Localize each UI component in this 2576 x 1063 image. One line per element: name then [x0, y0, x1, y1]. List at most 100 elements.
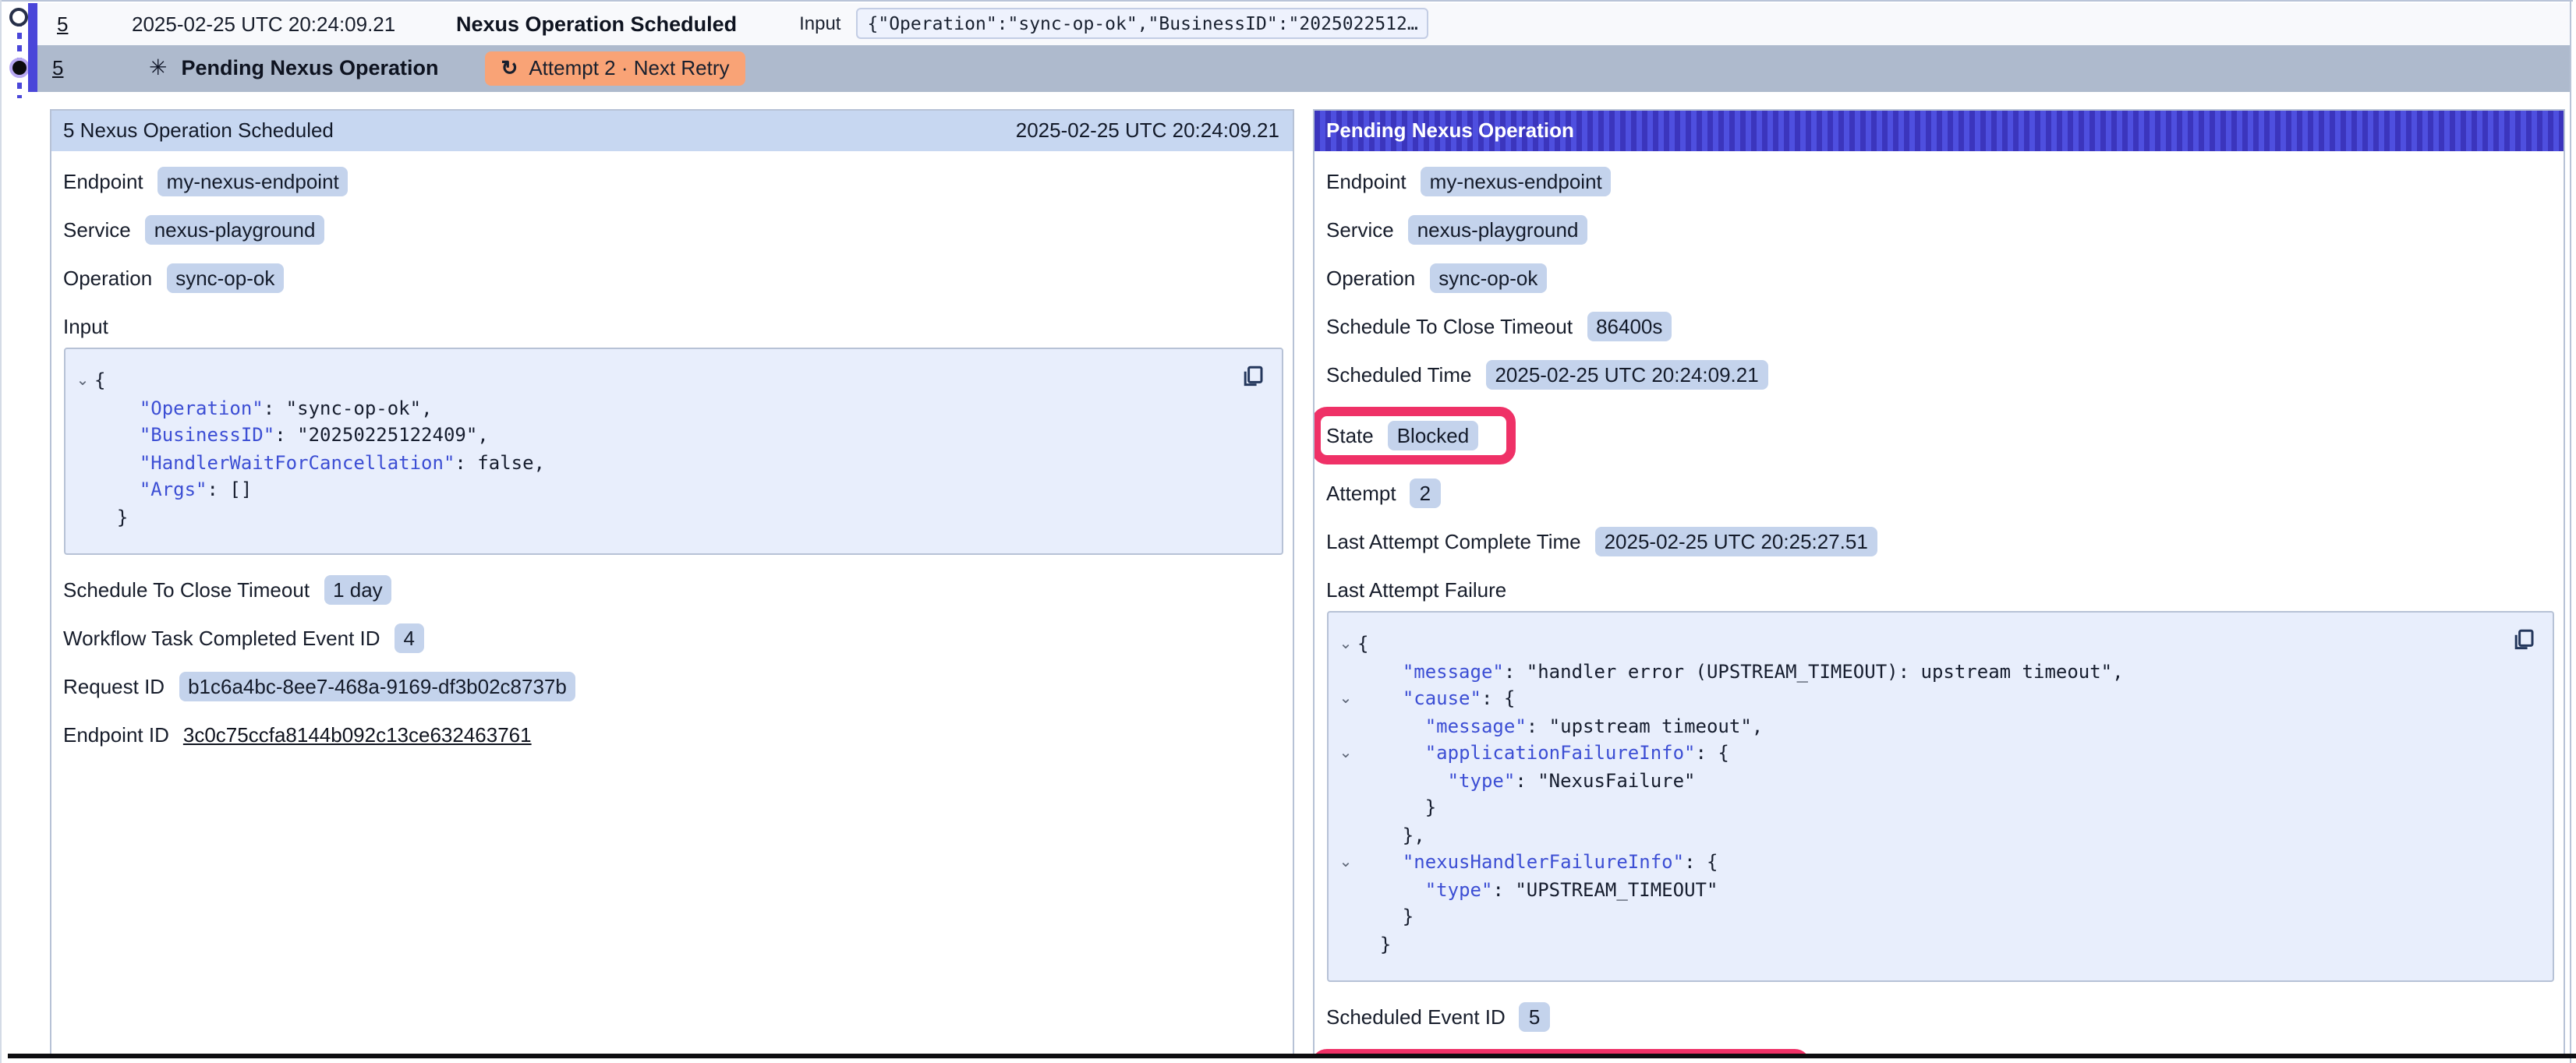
frame-right-border [2570, 0, 2571, 1063]
field-label: Workflow Task Completed Event ID [63, 627, 380, 650]
field-value-badge: sync-op-ok [1429, 263, 1547, 293]
pending-operation-panel: Pending Nexus Operation Endpoint my-nexu… [1312, 108, 2564, 1054]
json-line: } [1334, 795, 2533, 822]
pending-row-title: Pending Nexus Operation [181, 57, 438, 80]
input-json-label: Input [63, 315, 1279, 338]
collapse-chevron-icon[interactable]: ⌄ [1334, 631, 1357, 659]
pending-operation-title: Pending Nexus Operation [1326, 119, 1574, 143]
chevron-spacer [1334, 768, 1357, 795]
event-title: Nexus Operation Scheduled [456, 12, 737, 35]
field-label: Endpoint ID [63, 723, 169, 747]
field-service: Service nexus-playground [1326, 214, 2550, 246]
field-label: Endpoint [63, 170, 143, 193]
field-label: Service [63, 218, 131, 242]
copy-button[interactable] [1237, 362, 1267, 396]
field-label: Service [1326, 218, 1394, 242]
attempt-badge-label: Attempt 2 · Next Retry [529, 57, 729, 80]
pending-operation-header: Pending Nexus Operation [1314, 110, 2563, 151]
field-schedule-to-close-timeout: Schedule To Close Timeout 86400s [1326, 310, 2550, 343]
field-scheduled-time: Scheduled Time 2025-02-25 UTC 20:24:09.2… [1326, 358, 2550, 391]
pending-nexus-operation-row[interactable]: 5 ✳ Pending Nexus Operation ↻ Attempt 2 … [37, 44, 2571, 92]
field-schedule-to-close-timeout: Schedule To Close Timeout 1 day [63, 574, 1279, 606]
json-line: "BusinessID": "20250225122409", [71, 422, 1262, 450]
field-value-badge: my-nexus-endpoint [1421, 167, 1612, 196]
timeline-node-open-icon [9, 8, 28, 26]
json-line: "type": "UPSTREAM_TIMEOUT" [1334, 877, 2533, 904]
json-line: } [1334, 931, 2533, 959]
collapse-chevron-icon[interactable]: ⌄ [1334, 740, 1357, 768]
retry-icon: ↻ [501, 56, 518, 81]
field-label: Schedule To Close Timeout [1326, 315, 1573, 338]
field-value-badge: my-nexus-endpoint [157, 167, 349, 196]
copy-icon [1240, 365, 1264, 388]
field-label: Schedule To Close Timeout [63, 578, 310, 602]
event-detail-title: 5 Nexus Operation Scheduled [63, 119, 334, 143]
chevron-spacer [71, 477, 94, 504]
json-line: "Args": [] [71, 477, 1262, 504]
event-timestamp: 2025-02-25 UTC 20:24:09.21 [132, 12, 400, 35]
field-operation: Operation sync-op-ok [63, 262, 1279, 295]
field-request-id: Request ID b1c6a4bc-8ee7-468a-9169-df3b0… [63, 670, 1279, 703]
chevron-spacer [1334, 713, 1357, 740]
field-value-badge: 4 [395, 623, 424, 653]
collapse-chevron-icon[interactable]: ⌄ [71, 368, 94, 395]
nexus-asterisk-icon: ✳ [149, 55, 167, 82]
pending-id-link[interactable]: 5 [52, 57, 90, 80]
temporal-event-history-view: 5 2025-02-25 UTC 20:24:09.21 Nexus Opera… [0, 0, 2576, 1063]
json-line: }, [1334, 822, 2533, 849]
endpoint-id-link[interactable]: 3c0c75ccfa8144b092c13ce632463761 [183, 723, 532, 747]
field-operation: Operation sync-op-ok [1326, 262, 2550, 295]
chevron-spacer [1334, 877, 1357, 904]
detail-panels: 5 Nexus Operation Scheduled 2025-02-25 U… [49, 108, 2564, 1054]
field-label: Scheduled Event ID [1326, 1005, 1506, 1029]
chevron-spacer [71, 395, 94, 422]
field-value-badge: 5 [1520, 1002, 1549, 1032]
json-line: ⌄{ [71, 368, 1262, 395]
json-line: ⌄ "cause": { [1334, 686, 2533, 713]
field-value-badge: 2 [1410, 479, 1440, 508]
field-label: Last Attempt Complete Time [1326, 530, 1581, 553]
chevron-spacer [1334, 659, 1357, 686]
json-line: } [71, 504, 1262, 532]
copy-button[interactable] [2508, 625, 2538, 659]
event-detail-timestamp: 2025-02-25 UTC 20:24:09.21 [1016, 119, 1279, 143]
field-value-badge: 2025-02-25 UTC 20:25:27.51 [1595, 527, 1877, 556]
field-workflow-task-completed-event-id: Workflow Task Completed Event ID 4 [63, 622, 1279, 655]
event-input-preview-chip[interactable]: {"Operation":"sync-op-ok","BusinessID":"… [857, 8, 1429, 39]
selected-row-indicator [28, 2, 37, 92]
json-line: ⌄ "nexusHandlerFailureInfo": { [1334, 849, 2533, 877]
json-line: "HandlerWaitForCancellation": false, [71, 450, 1262, 477]
frame-left-border [0, 0, 2, 1063]
field-value-badge: 2025-02-25 UTC 20:24:09.21 [1485, 360, 1767, 390]
failure-json-viewer: ⌄{ "message": "handler error (UPSTREAM_T… [1326, 611, 2553, 982]
field-label: State [1326, 424, 1374, 447]
field-value-badge: nexus-playground [145, 215, 325, 245]
last-attempt-failure-label: Last Attempt Failure [1326, 578, 2550, 602]
json-line: "type": "NexusFailure" [1334, 768, 2533, 795]
event-row-nexus-operation-scheduled[interactable]: 5 2025-02-25 UTC 20:24:09.21 Nexus Opera… [37, 2, 2571, 44]
collapse-chevron-icon[interactable]: ⌄ [1334, 849, 1357, 877]
field-last-attempt-complete-time: Last Attempt Complete Time 2025-02-25 UT… [1326, 525, 2550, 558]
json-line: } [1334, 904, 2533, 931]
field-label: Request ID [63, 675, 165, 698]
field-label: Endpoint [1326, 170, 1407, 193]
collapse-chevron-icon[interactable]: ⌄ [1334, 686, 1357, 713]
field-endpoint: Endpoint my-nexus-endpoint [63, 165, 1279, 198]
field-attempt: Attempt 2 [1326, 477, 2550, 510]
chevron-spacer [1334, 931, 1357, 959]
field-value-badge: 1 day [324, 575, 392, 605]
input-json-viewer: ⌄{ "Operation": "sync-op-ok", "BusinessI… [63, 348, 1283, 555]
frame-top-border [0, 0, 2573, 2]
json-line: ⌄{ [1334, 631, 2533, 659]
field-endpoint: Endpoint my-nexus-endpoint [1326, 165, 2550, 198]
state-value-badge: Blocked [1388, 421, 1479, 450]
event-id-link[interactable]: 5 [57, 12, 94, 35]
field-label: Scheduled Time [1326, 363, 1471, 387]
chevron-spacer [1334, 795, 1357, 822]
state-highlight-annotation: State Blocked [1312, 407, 1515, 464]
field-value-badge: nexus-playground [1408, 215, 1588, 245]
event-input-label: Input [799, 12, 840, 34]
chevron-spacer [1334, 822, 1357, 849]
field-endpoint-id: Endpoint ID 3c0c75ccfa8144b092c13ce63246… [63, 719, 1279, 751]
chevron-spacer [71, 450, 94, 477]
